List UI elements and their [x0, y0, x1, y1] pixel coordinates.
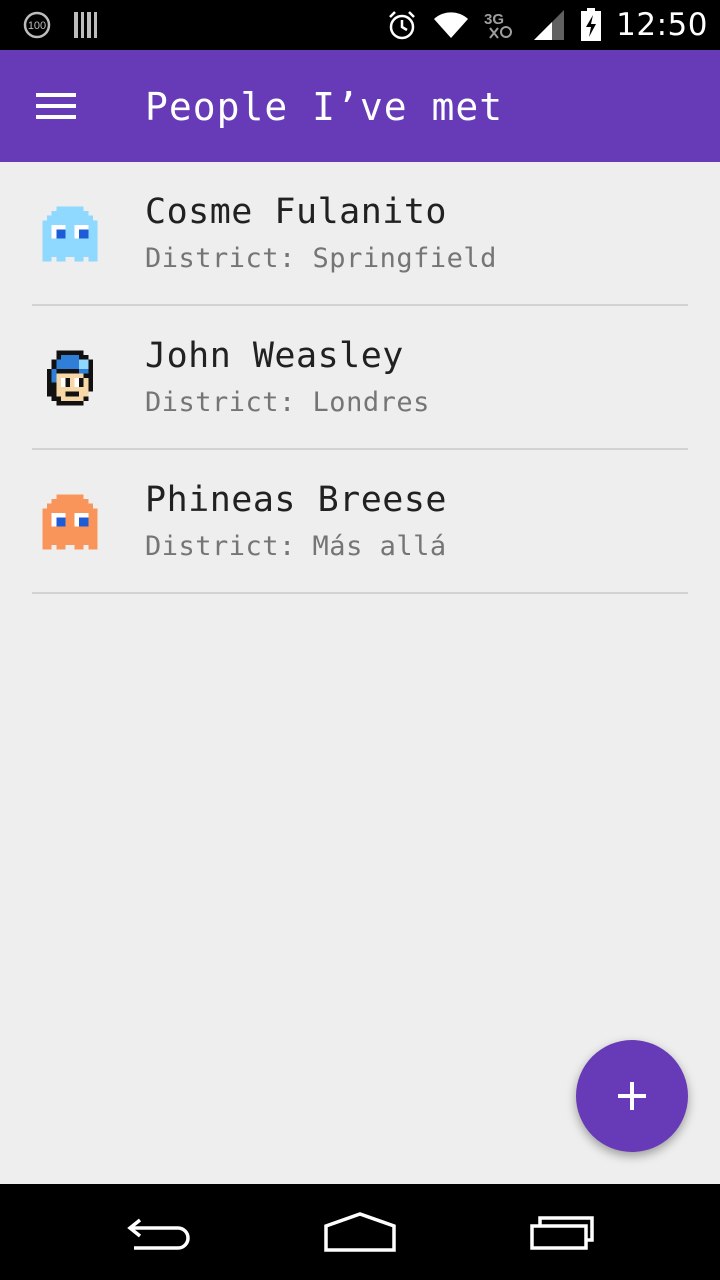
navigation-bar	[0, 1184, 720, 1280]
signal-icon	[534, 10, 565, 40]
page-title: People I’ve met	[145, 85, 504, 129]
orange-ghost-icon	[42, 494, 98, 550]
battery-charging-icon	[581, 8, 602, 41]
home-icon	[324, 1212, 396, 1252]
status-clock: 12:50	[616, 7, 708, 43]
app-bar: People I’ve met	[0, 50, 720, 162]
recents-button[interactable]	[502, 1202, 622, 1262]
back-icon	[127, 1218, 190, 1250]
back-button[interactable]	[100, 1202, 220, 1262]
person-district: District: Londres	[145, 387, 430, 418]
list-item[interactable]: Phineas Breese District: Más allá	[0, 450, 720, 594]
home-button[interactable]	[300, 1202, 420, 1262]
alarm-icon	[389, 11, 416, 40]
status-bar: 100 3G 12:50	[0, 0, 720, 50]
person-name: Cosme Fulanito	[145, 192, 448, 232]
add-person-button[interactable]	[576, 1040, 688, 1152]
hamburger-menu-icon	[36, 93, 76, 119]
svg-text:3G: 3G	[484, 11, 504, 28]
network-3g-icon: 3G	[484, 11, 513, 39]
menu-button[interactable]	[24, 78, 88, 134]
list-item[interactable]: Cosme Fulanito District: Springfield	[0, 162, 720, 306]
person-name: John Weasley	[145, 336, 404, 376]
wifi-icon	[434, 12, 469, 38]
divider	[32, 592, 688, 594]
plus-icon	[618, 1082, 646, 1110]
list-item[interactable]: John Weasley District: Londres	[0, 306, 720, 450]
notification-100-icon: 100	[23, 11, 51, 39]
megaman-icon	[47, 350, 93, 406]
blue-ghost-icon	[42, 206, 98, 262]
people-list: Cosme Fulanito District: Springfield Joh…	[0, 162, 720, 594]
barcode-icon	[74, 12, 97, 38]
person-district: District: Springfield	[145, 243, 497, 274]
svg-text:100: 100	[28, 20, 46, 32]
recents-icon	[530, 1216, 594, 1250]
person-district: District: Más allá	[145, 531, 447, 562]
person-name: Phineas Breese	[145, 480, 448, 520]
